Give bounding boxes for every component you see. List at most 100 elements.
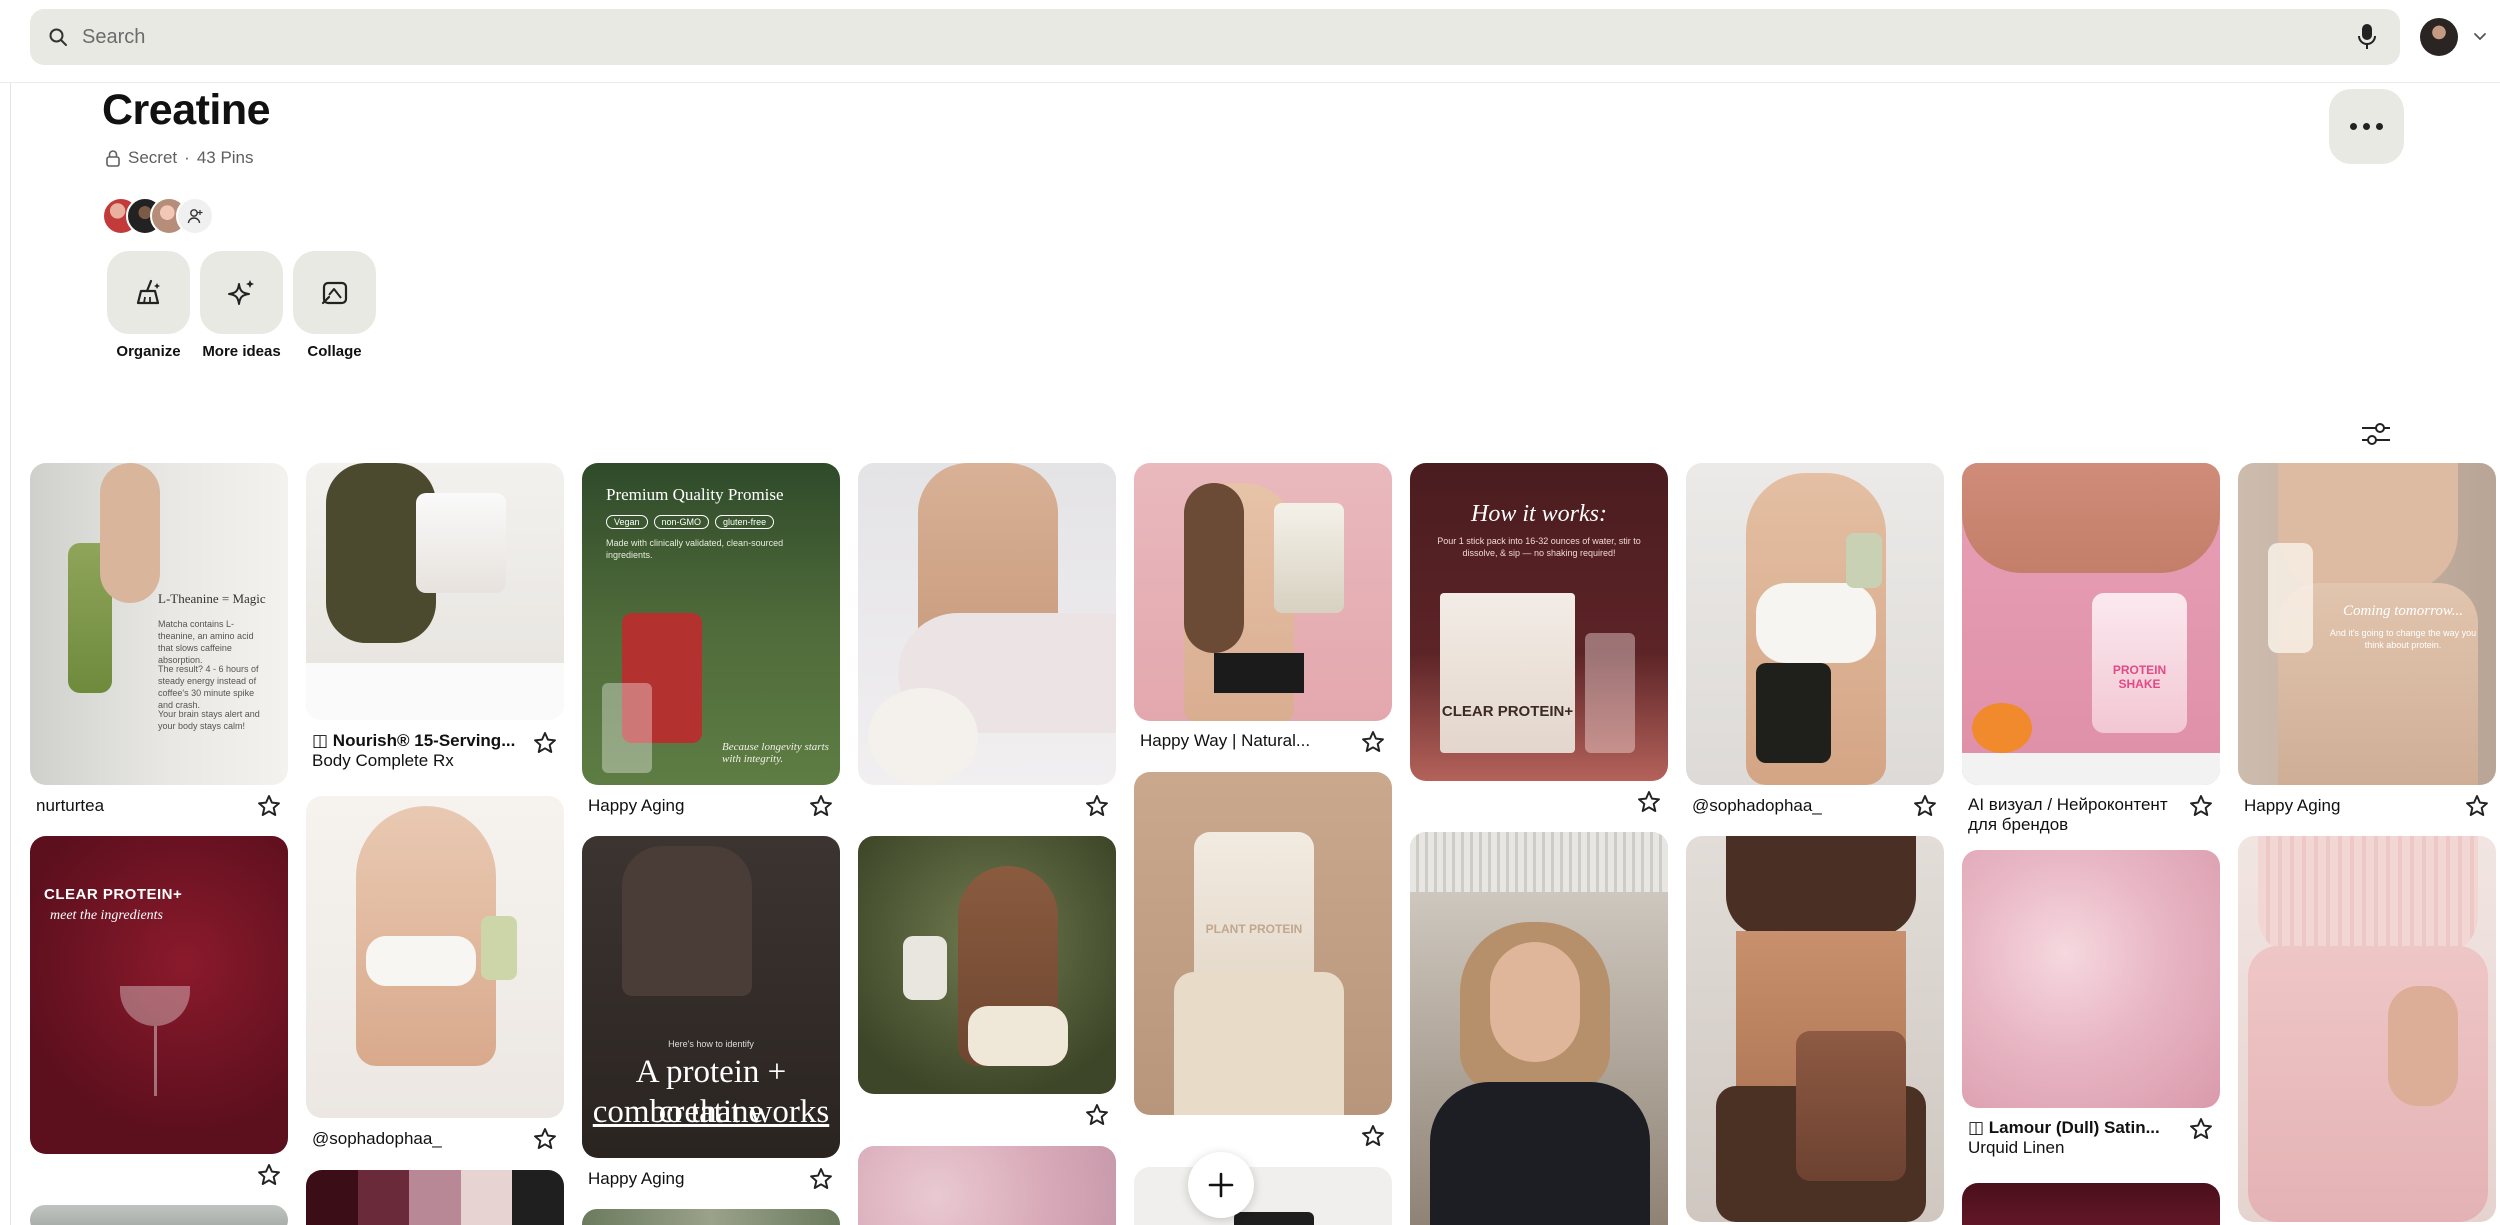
pin-caption[interactable]: Urquid Linen (1968, 1138, 2188, 1158)
pin-image[interactable] (858, 463, 1116, 785)
pin-card[interactable] (858, 836, 1116, 1131)
star-outline-icon[interactable] (2464, 793, 2490, 819)
organize-tile[interactable] (107, 251, 190, 334)
broom-icon (136, 279, 160, 304)
avatar[interactable] (2420, 18, 2458, 56)
pin-card[interactable]: ◫ Nourish® 15-Serving... Body Complete R… (306, 463, 564, 773)
pin-image[interactable] (858, 836, 1116, 1094)
pin-image[interactable] (858, 1146, 1116, 1225)
pin-tag[interactable]: ◫ Lamour (Dull) Satin... (1968, 1118, 2188, 1138)
pin-image-text: Made with clinically validated, clean-so… (606, 538, 784, 560)
pin-card[interactable] (1134, 1167, 1392, 1225)
pin-image[interactable]: Coming tomorrow... And it's going to cha… (2238, 463, 2496, 785)
tag-icon: ◫ (312, 731, 329, 750)
pin-card[interactable] (2238, 836, 2496, 1225)
pin-tag-label: Nourish® 15-Serving... (332, 731, 516, 750)
microphone-icon[interactable] (2352, 21, 2382, 53)
pin-image[interactable] (2238, 836, 2496, 1222)
pin-image-text: Because longevity starts with integrity. (722, 741, 829, 765)
pin-card[interactable] (1962, 1183, 2220, 1225)
star-outline-icon[interactable] (1360, 1123, 1386, 1149)
pin-caption[interactable]: nurturtea (36, 796, 256, 816)
pin-card[interactable]: Premium Quality Promise Vegan non-GMO gl… (582, 463, 840, 823)
pin-image[interactable] (1686, 463, 1944, 785)
star-outline-icon[interactable] (2188, 1116, 2214, 1142)
pin-image[interactable]: L-Theanine = Magic Matcha contains L-the… (30, 463, 288, 785)
filter-button[interactable] (2360, 420, 2392, 448)
organize-button[interactable]: Organize (107, 251, 190, 360)
pin-caption[interactable]: @sophadophaa_ (1692, 796, 1912, 816)
pin-image[interactable] (30, 1205, 288, 1225)
star-outline-icon[interactable] (1360, 729, 1386, 755)
pin-card[interactable] (30, 1205, 288, 1225)
star-outline-icon[interactable] (1636, 789, 1662, 815)
pin-image[interactable] (306, 1170, 564, 1225)
top-shape (1726, 836, 1916, 936)
pin-card[interactable]: PLANT PROTEIN (1134, 772, 1392, 1157)
pin-image[interactable]: PLANT PROTEIN (1134, 772, 1392, 1115)
pin-card[interactable] (858, 1146, 1116, 1225)
star-outline-icon[interactable] (1912, 793, 1938, 819)
pin-image[interactable] (1134, 1167, 1392, 1225)
pin-image[interactable]: PROTEIN SHAKE (1962, 463, 2220, 785)
pin-image[interactable] (306, 796, 564, 1118)
more-options-button[interactable] (2329, 89, 2404, 164)
star-outline-icon[interactable] (808, 793, 834, 819)
pin-image[interactable]: CLEAR PROTEIN+ meet the ingredients (30, 836, 288, 1154)
pin-card[interactable]: @sophadophaa_ (1686, 463, 1944, 823)
pin-image[interactable] (582, 1209, 840, 1225)
organize-label: Organize (116, 343, 181, 360)
pin-image[interactable]: Premium Quality Promise Vegan non-GMO gl… (582, 463, 840, 785)
star-outline-icon[interactable] (256, 793, 282, 819)
pin-card[interactable]: Coming tomorrow... And it's going to cha… (2238, 463, 2496, 823)
pin-card[interactable]: L-Theanine = Magic Matcha contains L-the… (30, 463, 288, 823)
pin-tag-label: Lamour (Dull) Satin... (1988, 1118, 2160, 1137)
pin-image[interactable]: Here's how to identify A protein + creat… (582, 836, 840, 1158)
pin-caption[interactable]: Happy Way | Natural... (1140, 731, 1360, 751)
collage-tile[interactable] (293, 251, 376, 334)
pin-image[interactable] (1134, 463, 1392, 721)
pin-card[interactable]: Happy Way | Natural... (1134, 463, 1392, 763)
pin-image[interactable] (1410, 832, 1668, 1225)
pin-card[interactable] (582, 1209, 840, 1225)
star-outline-icon[interactable] (256, 1162, 282, 1188)
pin-card[interactable] (858, 463, 1116, 823)
more-ideas-tile[interactable] (200, 251, 283, 334)
search-bar[interactable]: Search (30, 9, 2400, 65)
pin-caption[interactable]: AI визуал / Нейроконтент для брендов (1968, 795, 2183, 835)
add-collaborator-button[interactable] (176, 197, 214, 235)
board-meta: Secret · 43 Pins (104, 148, 254, 168)
pin-image[interactable]: How it works: Pour 1 stick pack into 16-… (1410, 463, 1668, 781)
pin-card[interactable] (1410, 832, 1668, 1225)
star-outline-icon[interactable] (532, 1126, 558, 1152)
star-outline-icon[interactable] (1084, 793, 1110, 819)
pin-card[interactable]: @sophadophaa_ (306, 796, 564, 1156)
pin-caption[interactable]: Happy Aging (588, 1169, 808, 1189)
star-outline-icon[interactable] (1084, 1102, 1110, 1128)
pin-card[interactable] (1686, 836, 1944, 1225)
pin-card[interactable]: ◫ Lamour (Dull) Satin... Urquid Linen (1962, 850, 2220, 1160)
pin-caption[interactable]: Happy Aging (2244, 796, 2464, 816)
star-outline-icon[interactable] (808, 1166, 834, 1192)
more-ideas-button[interactable]: More ideas (200, 251, 283, 360)
pin-caption[interactable]: Happy Aging (588, 796, 808, 816)
add-pin-button[interactable] (1188, 1152, 1254, 1218)
pin-image[interactable] (306, 463, 564, 720)
pin-image[interactable] (1686, 836, 1944, 1222)
pin-caption[interactable]: @sophadophaa_ (312, 1129, 532, 1149)
star-outline-icon[interactable] (2188, 793, 2214, 819)
pin-image-title: How it works: (1470, 501, 1607, 527)
pin-card[interactable]: CLEAR PROTEIN+ meet the ingredients (30, 836, 288, 1191)
pin-card[interactable]: How it works: Pour 1 stick pack into 16-… (1410, 463, 1668, 823)
chevron-down-icon[interactable] (2470, 26, 2490, 46)
pin-image[interactable] (1962, 1183, 2220, 1225)
star-outline-icon[interactable] (532, 730, 558, 756)
collage-button[interactable]: Collage (293, 251, 376, 360)
pin-tag[interactable]: ◫ Nourish® 15-Serving... (312, 731, 532, 751)
pin-card[interactable] (306, 1170, 564, 1225)
pin-caption[interactable]: Body Complete Rx (312, 751, 532, 771)
pin-image[interactable] (1962, 850, 2220, 1108)
pin-card[interactable]: PROTEIN SHAKE AI визуал / Нейроконтент д… (1962, 463, 2220, 835)
pin-card[interactable]: Here's how to identify A protein + creat… (582, 836, 840, 1196)
search-input[interactable]: Search (82, 26, 2352, 49)
